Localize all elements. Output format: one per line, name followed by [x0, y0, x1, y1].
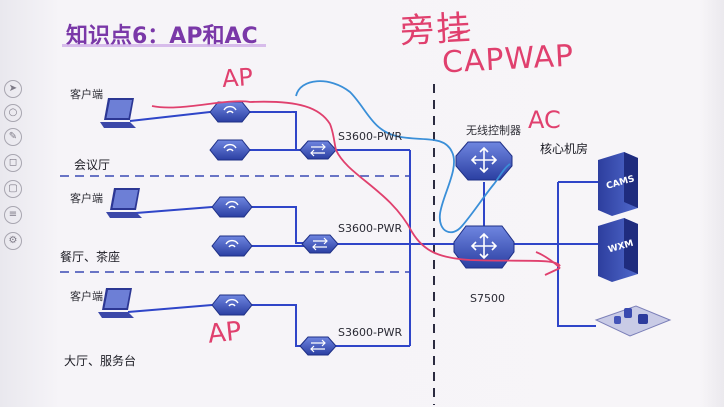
client-label-2: 客户端: [70, 192, 103, 205]
access-point-icon: [211, 235, 253, 257]
slide: ➤ ○ ✎ ◻ ▢ ≡ ⚙ 知识点6：AP和AC 客户端 会议厅 客户端 餐厅、…: [0, 0, 724, 407]
access-point-icon: [211, 294, 253, 316]
core-room-label: 核心机房: [540, 142, 589, 156]
access-point-icon: [209, 139, 251, 161]
handwritten-ap-bottom: AP: [206, 316, 243, 350]
workstation-icon: [594, 305, 672, 337]
laptop-icon: [106, 188, 142, 218]
access-switch-icon: [301, 234, 339, 254]
access-point-icon: [209, 101, 251, 123]
handwritten-capwap: CAPWAP: [441, 38, 576, 81]
area-label-meeting-hall: 会议厅: [74, 158, 111, 172]
handwritten-ac: AC: [528, 106, 561, 134]
access-switch-label-2: S3600-PWR: [338, 222, 403, 235]
access-point-icon: [211, 196, 253, 218]
network-diagram: [60, 29, 672, 405]
access-switch-label-3: S3600-PWR: [338, 326, 403, 339]
area-label-restaurant: 餐厅、茶座: [60, 250, 121, 264]
access-switch-icon: [299, 336, 337, 356]
core-switch-icon: [453, 225, 515, 269]
core-switch-label: S7500: [470, 292, 505, 305]
laptop-icon: [98, 288, 134, 318]
handwritten-ap-top: AP: [221, 62, 254, 94]
client-label-3: 客户端: [70, 290, 103, 303]
laptop-icon: [100, 98, 136, 128]
access-switch-icon: [299, 140, 337, 160]
client-label-1: 客户端: [70, 88, 103, 101]
area-label-lobby: 大厅、服务台: [64, 354, 137, 368]
wireless-controller-icon: [455, 141, 513, 181]
access-switch-label-1: S3600-PWR: [338, 130, 403, 143]
wireless-controller-label: 无线控制器: [466, 124, 521, 137]
